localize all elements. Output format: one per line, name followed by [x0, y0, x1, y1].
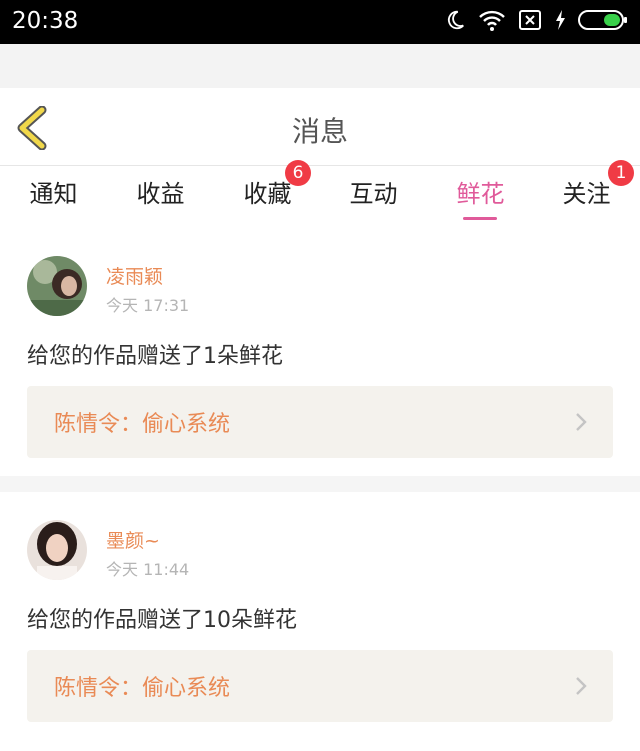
- avatar[interactable]: [27, 256, 87, 316]
- tab-favorites[interactable]: 收藏 6: [214, 160, 321, 226]
- chevron-right-icon: [575, 676, 587, 700]
- active-tab-indicator: [463, 217, 497, 220]
- status-bar: 20:38: [0, 0, 640, 44]
- work-title: 陈情令：偷心系统: [54, 676, 231, 701]
- status-time: 20:38: [12, 8, 79, 34]
- message-card: 墨颜~ 今天 11:44 给您的作品赠送了10朵鲜花 陈情令：偷心系统: [0, 492, 640, 751]
- timestamp: 今天 11:44: [106, 560, 190, 579]
- header-bar: 消息: [0, 88, 640, 166]
- chevron-right-icon: [575, 412, 587, 436]
- no-sim-icon: [518, 9, 542, 31]
- username[interactable]: 墨颜~: [106, 526, 160, 553]
- status-icons: [444, 9, 628, 31]
- work-link[interactable]: 陈情令：偷心系统: [27, 650, 613, 722]
- battery-icon: [578, 9, 628, 31]
- tab-follows[interactable]: 关注 1: [533, 160, 640, 226]
- tab-bar: 通知 收益 收藏 6 互动 鲜花 关注 1: [0, 160, 640, 226]
- message-text: 给您的作品赠送了10朵鲜花: [27, 608, 297, 633]
- page-title: 消息: [291, 115, 348, 148]
- tab-notifications[interactable]: 通知: [0, 166, 107, 226]
- favorites-count-badge: 6: [285, 160, 311, 186]
- timestamp: 今天 17:31: [106, 296, 190, 315]
- avatar[interactable]: [27, 520, 87, 580]
- follows-count-badge: 1: [608, 160, 634, 186]
- work-link[interactable]: 陈情令：偷心系统: [27, 386, 613, 458]
- tab-earnings[interactable]: 收益: [107, 166, 214, 226]
- tab-label: 鲜花: [456, 180, 505, 208]
- message-text: 给您的作品赠送了1朵鲜花: [27, 344, 283, 369]
- username[interactable]: 凌雨颖: [106, 262, 163, 289]
- tab-flowers[interactable]: 鲜花: [427, 166, 534, 226]
- tab-label: 互动: [349, 180, 398, 208]
- moon-icon: [444, 9, 466, 31]
- tab-interactions[interactable]: 互动: [320, 166, 427, 226]
- work-title: 陈情令：偷心系统: [54, 412, 231, 437]
- status-spacer: [0, 44, 640, 88]
- charging-icon: [554, 9, 566, 31]
- wifi-icon: [478, 9, 506, 31]
- message-card: 凌雨颖 今天 17:31 给您的作品赠送了1朵鲜花 陈情令：偷心系统: [0, 226, 640, 476]
- tab-label: 收益: [136, 180, 185, 208]
- tab-label: 通知: [29, 180, 78, 208]
